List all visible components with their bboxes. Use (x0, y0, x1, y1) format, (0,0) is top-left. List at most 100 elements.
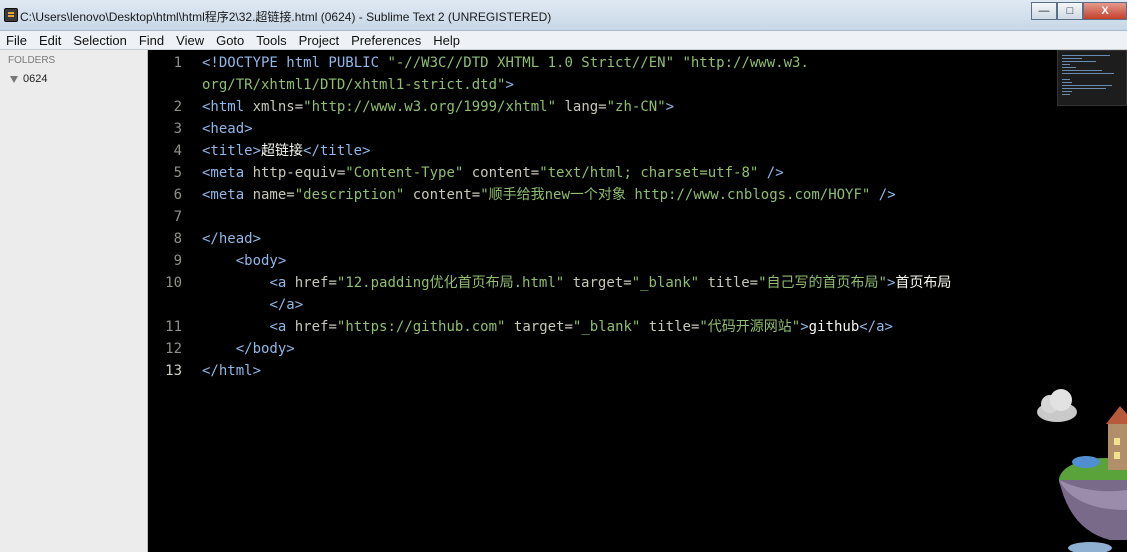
menu-project[interactable]: Project (293, 31, 345, 50)
line-number: 8 (173, 231, 182, 247)
code-tag: <meta (202, 165, 253, 181)
code-line[interactable]: 8 </head> (174, 228, 1127, 250)
line-number: 10 (165, 275, 182, 291)
folder-item[interactable]: 0624 (10, 73, 47, 85)
minimap-line (1062, 82, 1072, 83)
line-number: 4 (173, 143, 182, 159)
code-tag: </title> (303, 143, 371, 159)
menu-help[interactable]: Help (427, 31, 466, 50)
minimap-line (1062, 67, 1076, 68)
code-tag: <body> (235, 253, 287, 269)
code-tag: > (665, 99, 675, 115)
minimap-line (1062, 88, 1106, 89)
code-text: 超链接 (261, 143, 304, 159)
menu-view[interactable]: View (170, 31, 210, 50)
code-attribute: href= (294, 275, 337, 291)
line-number: 11 (165, 319, 182, 335)
menu-preferences[interactable]: Preferences (345, 31, 427, 50)
line-number: 6 (173, 187, 182, 203)
window-controls: — □ X (1031, 2, 1127, 20)
expand-triangle-icon[interactable] (10, 75, 18, 83)
code-line[interactable]: </a> (202, 294, 1127, 316)
minimap-line (1062, 70, 1102, 71)
code-attribute: content= (412, 187, 481, 203)
code-tag: <a (269, 275, 295, 291)
title-bar: C:\Users\lenovo\Desktop\html\html程序2\32.… (0, 0, 1127, 31)
minimize-button[interactable]: — (1031, 2, 1057, 20)
code-line[interactable]: 3 <head> (174, 118, 1127, 140)
code-string: "_blank" (572, 319, 641, 335)
line-number: 9 (173, 253, 182, 269)
code-string: "-//W3C//DTD XHTML 1.0 Strict//EN" (387, 55, 675, 71)
menu-goto[interactable]: Goto (210, 31, 250, 50)
code-string: "zh-CN" (606, 99, 666, 115)
code-area[interactable]: 1 <!DOCTYPE html PUBLIC "-//W3C//DTD XHTM… (165, 52, 1127, 382)
minimap-line (1062, 58, 1082, 59)
code-tag: > (505, 77, 514, 93)
code-tag: </html> (202, 363, 262, 379)
code-attribute: target= (513, 319, 573, 335)
sidebar: FOLDERS 0624 (0, 50, 148, 552)
menu-find[interactable]: Find (133, 31, 170, 50)
code-string: "http://www.w3. (682, 55, 809, 71)
close-button[interactable]: X (1083, 2, 1127, 20)
code-tag: /> (870, 187, 896, 203)
code-line[interactable]: 13 </html> (165, 360, 1127, 382)
code-line[interactable]: 2 <html xmlns="http://www.w3.org/1999/xht… (174, 96, 1127, 118)
code-text: github (808, 319, 860, 335)
code-string: "text/html; charset=utf-8" (539, 165, 759, 181)
code-line[interactable]: 10 <a href="12.padding优化首页布局.html" targe… (165, 272, 1127, 294)
menu-selection[interactable]: Selection (67, 31, 132, 50)
code-attribute: http-equiv= (252, 165, 346, 181)
desktop-widget (1030, 380, 1127, 552)
code-attribute: title= (707, 275, 759, 291)
code-string: "description" (294, 187, 405, 203)
window-title: C:\Users\lenovo\Desktop\html\html程序2\32.… (20, 10, 552, 24)
code-tag: </a> (269, 297, 304, 313)
line-number: 12 (165, 341, 182, 357)
menu-edit[interactable]: Edit (33, 31, 67, 50)
menu-file[interactable]: File (0, 31, 33, 50)
maximize-button[interactable]: □ (1057, 2, 1083, 20)
code-attribute: title= (648, 319, 700, 335)
editor-pane[interactable]: 1 <!DOCTYPE html PUBLIC "-//W3C//DTD XHTM… (149, 50, 1127, 552)
minimap-line (1062, 94, 1070, 95)
code-line[interactable]: 12 </body> (165, 338, 1127, 360)
code-line[interactable]: 1 <!DOCTYPE html PUBLIC "-//W3C//DTD XHTM… (174, 52, 1127, 74)
line-number: 2 (173, 99, 182, 115)
minimap-line (1062, 61, 1096, 62)
code-line[interactable]: 11 <a href="https://github.com" target="… (165, 316, 1127, 338)
code-string: "Content-Type" (345, 165, 464, 181)
minimap-line (1062, 64, 1070, 65)
minimap-line (1062, 79, 1070, 80)
line-number: 5 (173, 165, 182, 181)
code-line[interactable]: 6 <meta name="description" content="顺手给我n… (174, 184, 1127, 206)
code-tag: <html (202, 99, 253, 115)
code-line[interactable]: 7 (174, 206, 1127, 228)
code-attribute: target= (572, 275, 632, 291)
code-tag: > (800, 319, 809, 335)
code-tag: <meta (202, 187, 253, 203)
code-line[interactable]: 4 <title>超链接</title> (174, 140, 1127, 162)
code-tag: <head> (202, 121, 253, 137)
code-tag: <!DOCTYPE html PUBLIC (202, 55, 388, 71)
code-tag: /> (758, 165, 784, 181)
code-tag: <title> (202, 143, 262, 159)
code-attribute: href= (294, 319, 337, 335)
minimap-line (1062, 55, 1110, 56)
code-line[interactable]: 5 <meta http-equiv="Content-Type" content… (174, 162, 1127, 184)
code-string: "自己写的首页布局" (758, 275, 887, 291)
code-line[interactable]: org/TR/xhtml1/DTD/xhtml1-strict.dtd"> (202, 74, 1127, 96)
minimap[interactable] (1057, 50, 1127, 106)
code-line[interactable]: 9 <body> (174, 250, 1127, 272)
menu-tools[interactable]: Tools (250, 31, 292, 50)
